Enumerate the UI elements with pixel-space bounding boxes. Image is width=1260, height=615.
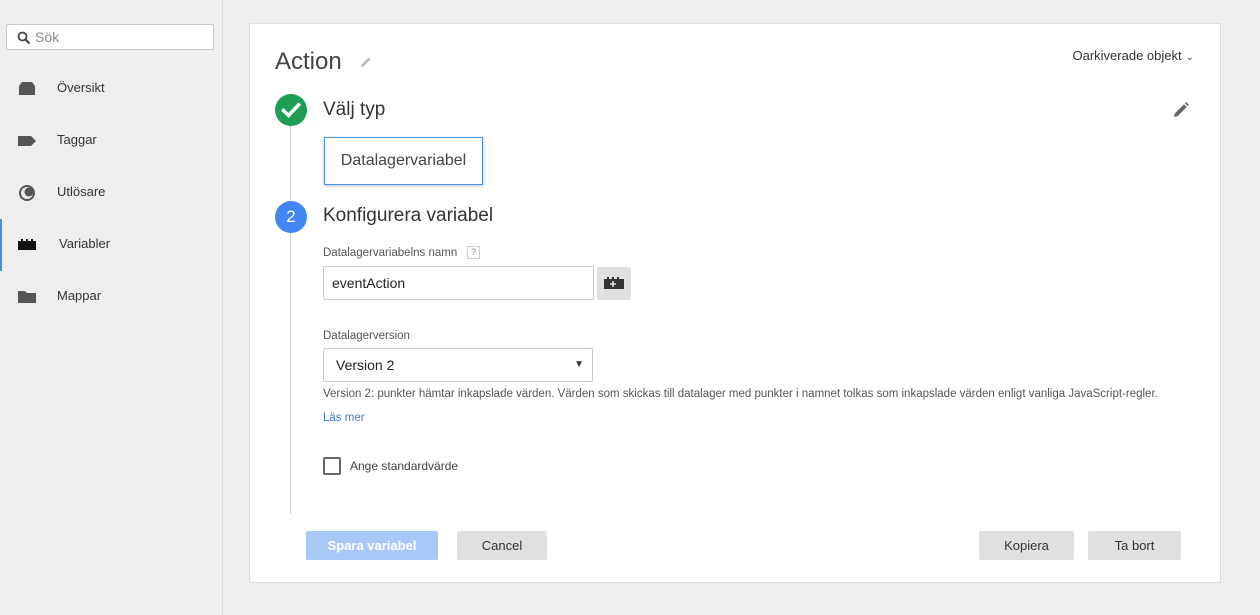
sidebar: Översikt Taggar Utlösare Variabler Mappa… xyxy=(0,0,223,615)
variable-name-input[interactable] xyxy=(323,266,594,300)
sidebar-item-triggers[interactable]: Utlösare xyxy=(0,167,223,219)
step2-number: 2 xyxy=(275,201,307,233)
datalayer-version-select[interactable]: Version 2 ▼ xyxy=(323,348,593,382)
search-input[interactable] xyxy=(35,27,205,47)
version-description: Version 2: punkter hämtar inkapslade vär… xyxy=(323,388,1158,400)
sidebar-item-tags[interactable]: Taggar xyxy=(0,115,223,167)
sidebar-item-overview[interactable]: Översikt xyxy=(0,63,223,115)
edit-type-icon[interactable] xyxy=(1173,102,1189,118)
cancel-button[interactable]: Cancel xyxy=(457,531,547,560)
insert-variable-button[interactable] xyxy=(597,267,631,300)
page-title: Action xyxy=(275,48,342,75)
search-box[interactable] xyxy=(6,24,214,50)
default-value-label: Ange standardvärde xyxy=(350,459,459,473)
sidebar-item-label: Utlösare xyxy=(57,184,106,199)
step-complete-check xyxy=(275,94,307,126)
sidebar-item-label: Mappar xyxy=(57,288,102,303)
sidebar-item-label: Variabler xyxy=(59,236,111,251)
trigger-icon xyxy=(19,185,35,201)
variables-icon xyxy=(18,239,36,250)
copy-button[interactable]: Kopiera xyxy=(979,531,1074,560)
chevron-down-icon: ⌄ xyxy=(1185,52,1194,63)
step-connector-line xyxy=(290,124,291,514)
variable-editor-card: Action Oarkiverade objekt ⌄ Välj typ Data… xyxy=(249,23,1221,583)
unarchived-objects-dropdown[interactable]: Oarkiverade objekt ⌄ xyxy=(1072,48,1194,63)
unarchived-objects-label: Oarkiverade objekt xyxy=(1072,48,1182,63)
variable-type-card[interactable]: Datalagervariabel xyxy=(324,137,483,185)
datalayer-version-value: Version 2 xyxy=(336,357,395,373)
read-more-link[interactable]: Läs mer xyxy=(323,412,365,424)
sidebar-item-variables[interactable]: Variabler xyxy=(0,219,223,271)
variable-name-label: Datalagervariabelns namn xyxy=(323,247,458,259)
sidebar-item-label: Taggar xyxy=(57,132,97,147)
check-icon xyxy=(281,102,301,119)
datalayer-version-label: Datalagerversion xyxy=(323,330,410,342)
sidebar-item-folders[interactable]: Mappar xyxy=(0,271,223,323)
default-value-checkbox[interactable] xyxy=(323,457,341,475)
edit-title-icon[interactable] xyxy=(360,56,372,68)
sidebar-item-label: Översikt xyxy=(57,80,105,95)
save-variable-button[interactable]: Spara variabel xyxy=(306,531,438,560)
delete-button[interactable]: Ta bort xyxy=(1088,531,1181,560)
overview-icon xyxy=(19,82,35,95)
tag-icon xyxy=(18,136,36,146)
search-icon xyxy=(17,31,31,45)
dropdown-arrow-icon: ▼ xyxy=(574,359,584,370)
folder-icon xyxy=(18,291,36,303)
add-variable-icon xyxy=(604,277,624,289)
step2-title: Konfigurera variabel xyxy=(323,205,494,226)
step1-title: Välj typ xyxy=(323,99,386,120)
help-icon[interactable]: ? xyxy=(467,246,480,259)
